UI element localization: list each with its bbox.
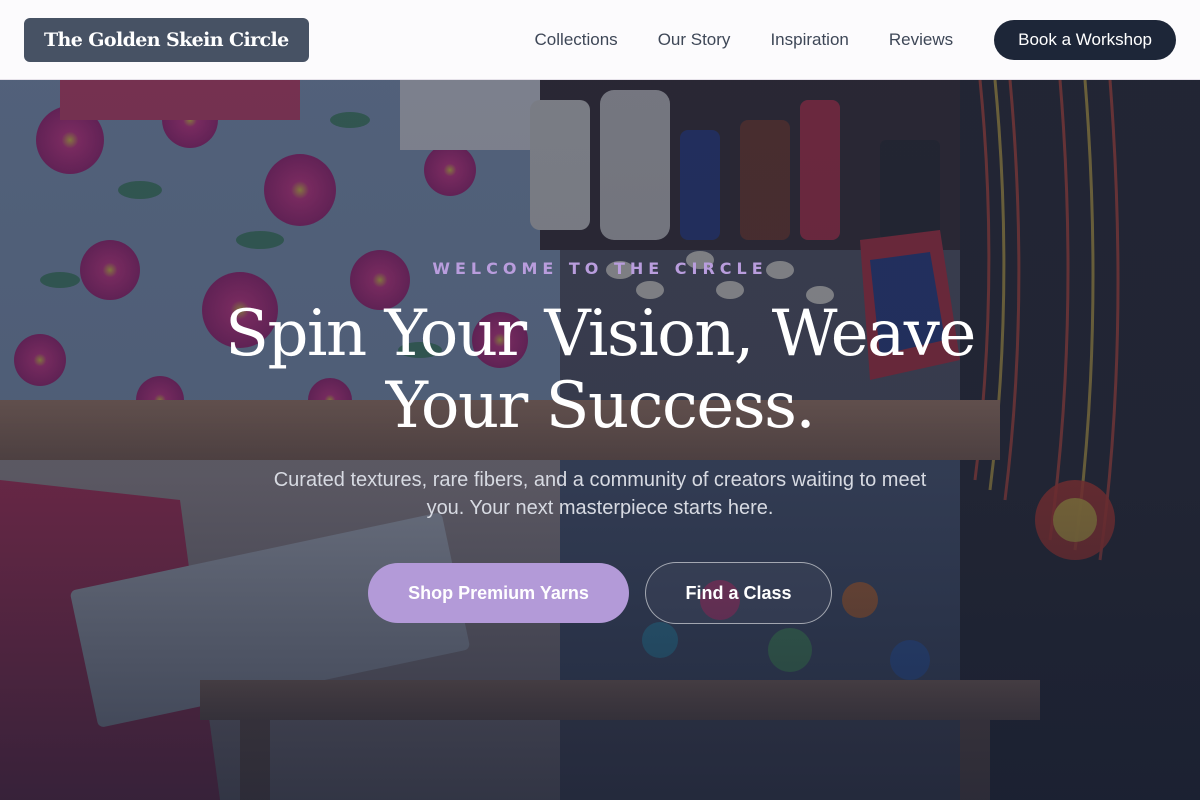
hero-content: WELCOME TO THE CIRCLE Spin Your Vision, …	[0, 80, 1200, 800]
hero-subtext: Curated textures, rare fibers, and a com…	[273, 469, 927, 519]
shop-premium-yarns-button[interactable]: Shop Premium Yarns	[368, 563, 629, 623]
nav-link-inspiration[interactable]: Inspiration	[770, 30, 848, 50]
nav-link-collections[interactable]: Collections	[535, 30, 618, 50]
main-nav: Collections Our Story Inspiration Review…	[535, 30, 954, 50]
hero-section: WELCOME TO THE CIRCLE Spin Your Vision, …	[0, 80, 1200, 800]
find-a-class-button[interactable]: Find a Class	[645, 562, 832, 624]
hero-headline: Spin Your Vision, Weave Your Success.	[225, 297, 976, 443]
hero-eyebrow: WELCOME TO THE CIRCLE	[432, 259, 768, 278]
brand-logo[interactable]: The Golden Skein Circle	[24, 17, 309, 62]
top-navbar: The Golden Skein Circle Collections Our …	[0, 0, 1200, 80]
nav-link-reviews[interactable]: Reviews	[889, 30, 953, 50]
nav-link-our-story[interactable]: Our Story	[658, 30, 731, 50]
book-workshop-button[interactable]: Book a Workshop	[994, 19, 1176, 60]
